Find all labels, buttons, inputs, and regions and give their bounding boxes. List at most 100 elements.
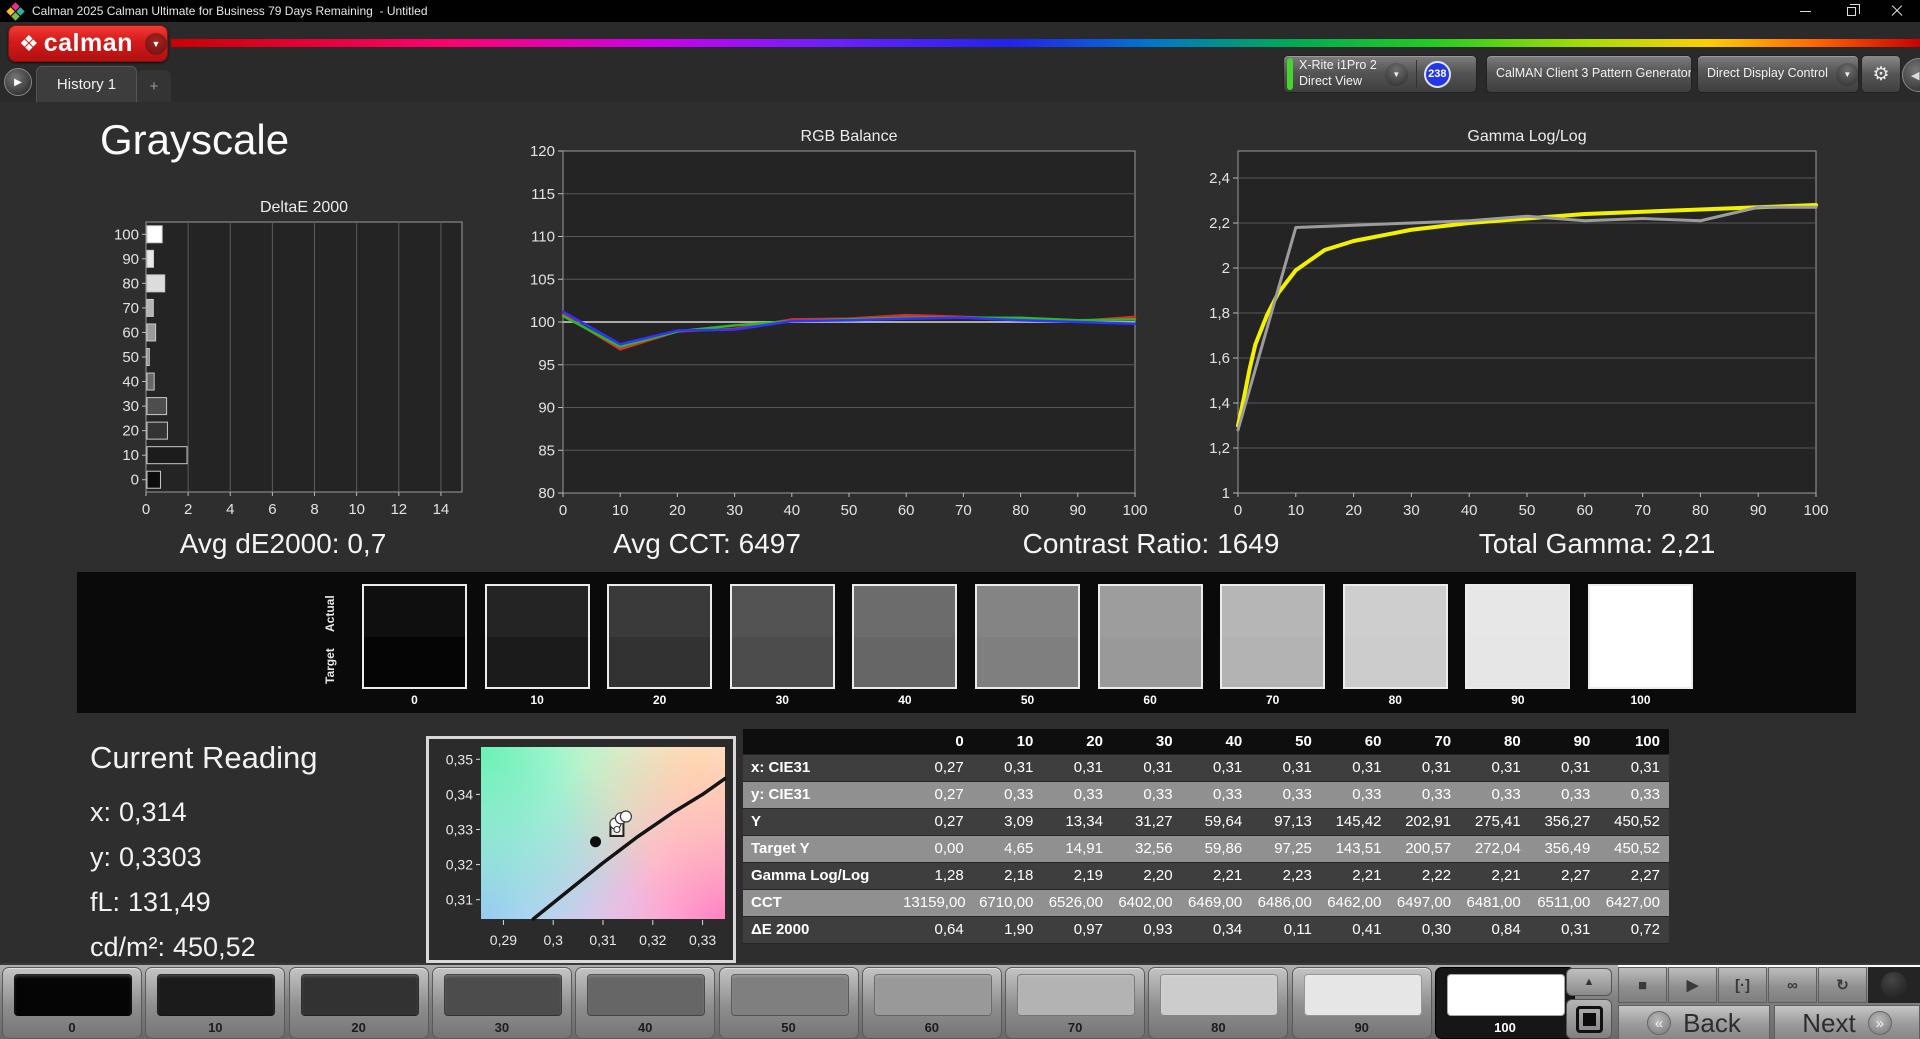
table-col-40: 40	[1181, 729, 1252, 754]
restore-button[interactable]	[1828, 0, 1874, 22]
table-cell: 13159,00	[903, 889, 973, 916]
title-bar: Calman 2025 Calman Ultimate for Business…	[0, 0, 1920, 22]
table-cell: 202,91	[1390, 808, 1461, 835]
table-cell: 0,11	[1251, 916, 1321, 943]
calman-menu-button[interactable]: ❖ calman ▼	[8, 25, 168, 62]
stop-button[interactable]: ■	[1618, 967, 1667, 1003]
pattern-button-40[interactable]: 40	[575, 967, 716, 1039]
svg-text:120: 120	[530, 143, 555, 160]
pattern-button-50[interactable]: 50	[718, 967, 859, 1039]
table-row-3: Y 0,27 3,09 13,34 31,27 59,64 97,13 145,42 202,9…	[743, 808, 1669, 835]
calman-menu-chevron-icon[interactable]: ▼	[144, 32, 167, 55]
settings-button[interactable]: ⚙	[1861, 55, 1901, 93]
table-cell: 31,27	[1111, 808, 1182, 835]
pattern-generator-dropdown[interactable]: CalMAN Client 3 Pattern Generator ▼	[1486, 55, 1692, 93]
pattern-label: 40	[637, 1020, 653, 1035]
cie-chromaticity-chart: 0,31 0,32 0,33 0,34 0,35 0,29 0,3 0,31 0,32 0,33	[426, 736, 736, 963]
swatch-level-label: 70	[1266, 693, 1280, 707]
pattern-window-button[interactable]	[1566, 999, 1612, 1039]
svg-text:50: 50	[1519, 502, 1536, 519]
table-cell: 0,31	[1111, 754, 1182, 781]
next-button[interactable]: Next »	[1774, 1005, 1920, 1039]
svg-text:0: 0	[559, 502, 567, 519]
table-cell: 0,27	[903, 808, 973, 835]
display-dropdown-chevron-icon[interactable]: ▼	[1835, 62, 1858, 86]
table-cell: 1,90	[972, 916, 1043, 943]
add-tab-button[interactable]: +	[137, 70, 171, 102]
table-col-70: 70	[1390, 729, 1461, 754]
swatch-level-label: 0	[411, 693, 418, 707]
pattern-chip	[1447, 974, 1565, 1016]
refresh-button[interactable]: ↻	[1818, 967, 1867, 1003]
main-area: Grayscale DeltaE 2000 0 2 4 6 8 10 12 14 100 90 80 7…	[0, 102, 1920, 963]
play-button[interactable]: ▶	[1668, 967, 1717, 1003]
minimize-button[interactable]	[1782, 0, 1828, 22]
table-cell: 0,31	[1529, 754, 1600, 781]
swatch-level-label: 90	[1511, 693, 1525, 707]
table-cell: 356,49	[1529, 835, 1600, 862]
pattern-button-0[interactable]: 0	[2, 967, 142, 1039]
svg-text:60: 60	[898, 502, 915, 519]
swatch-90	[1465, 584, 1571, 689]
calman-logo-text: calman	[43, 29, 133, 57]
svg-text:80: 80	[1012, 502, 1029, 519]
svg-text:105: 105	[530, 271, 555, 288]
table-cell: 356,27	[1529, 808, 1600, 835]
svg-text:60: 60	[1576, 502, 1593, 519]
table-cell: 0,33	[1320, 781, 1391, 808]
pattern-button-90[interactable]: 90	[1291, 967, 1432, 1039]
actual-label: Actual	[323, 595, 337, 633]
pattern-button-20[interactable]: 20	[288, 967, 429, 1039]
pattern-chip	[1160, 974, 1279, 1016]
svg-text:0,32: 0,32	[446, 857, 473, 873]
meter-dropdown-chevron-icon[interactable]: ▼	[1384, 62, 1408, 86]
pattern-button-100[interactable]: 100	[1435, 967, 1575, 1039]
loop-button[interactable]: ∞	[1768, 967, 1817, 1003]
indicator-circle	[1881, 972, 1907, 998]
window-title: Calman 2025 Calman Ultimate for Business…	[32, 4, 428, 18]
table-cell: 2,27	[1599, 862, 1669, 889]
row-label: x: CIE31	[743, 754, 904, 781]
close-button[interactable]	[1874, 0, 1920, 22]
swatch-level-label: 50	[1020, 693, 1035, 707]
pattern-chip	[443, 974, 562, 1016]
pattern-up-button[interactable]: ▲	[1566, 968, 1612, 996]
svg-text:4: 4	[226, 501, 234, 518]
back-button[interactable]: « Back	[1618, 1005, 1770, 1039]
pattern-label: 70	[1067, 1020, 1083, 1035]
svg-text:40: 40	[783, 502, 800, 519]
svg-text:0: 0	[1234, 502, 1242, 519]
current-reading-panel: Current Reading x: 0,314 y: 0,3303 fL: 131,…	[90, 740, 318, 962]
tab-scroll-button[interactable]: ▶	[4, 68, 32, 96]
table-cell: 0,27	[903, 781, 973, 808]
svg-text:2: 2	[1222, 260, 1230, 277]
svg-text:30: 30	[726, 502, 743, 519]
meter-dropdown[interactable]: X-Rite i1Pro 2 Direct View ▼ 238	[1283, 55, 1477, 93]
up-arrow-icon: ▲	[1583, 976, 1595, 988]
pattern-label: 80	[1211, 1020, 1226, 1035]
tab-history-1[interactable]: History 1	[36, 66, 137, 102]
table-cell: 6481,00	[1460, 889, 1530, 916]
deltae-2000-chart: DeltaE 2000 0 2 4 6 8 10 12 14 100 90 80 70 60 50 40 30 2…	[98, 196, 472, 522]
svg-text:0: 0	[142, 501, 150, 518]
pattern-button-60[interactable]: 60	[861, 967, 1002, 1039]
swatch-10	[484, 584, 590, 689]
pattern-button-80[interactable]: 80	[1148, 967, 1289, 1039]
table-cell: 0,33	[1251, 781, 1321, 808]
svg-text:8: 8	[310, 501, 318, 518]
collapse-panel-button[interactable]: ◀	[1902, 58, 1920, 92]
table-col-50: 50	[1251, 729, 1321, 754]
svg-text:50: 50	[841, 502, 858, 519]
swatch-level-label: 100	[1630, 693, 1651, 707]
pattern-button-70[interactable]: 70	[1005, 967, 1146, 1039]
avg-cct-stat: Avg CCT: 6497	[613, 528, 801, 559]
table-cell: 6710,00	[972, 889, 1043, 916]
step-button[interactable]: [·]	[1718, 967, 1767, 1003]
display-control-dropdown[interactable]: Direct Display Control ▼	[1697, 55, 1859, 93]
pattern-button-10[interactable]: 10	[145, 967, 286, 1039]
svg-text:100: 100	[114, 226, 139, 243]
svg-text:30: 30	[1403, 502, 1420, 519]
pattern-button-30[interactable]: 30	[431, 967, 572, 1039]
table-col-80: 80	[1460, 729, 1530, 754]
target-label: Target	[323, 648, 337, 684]
